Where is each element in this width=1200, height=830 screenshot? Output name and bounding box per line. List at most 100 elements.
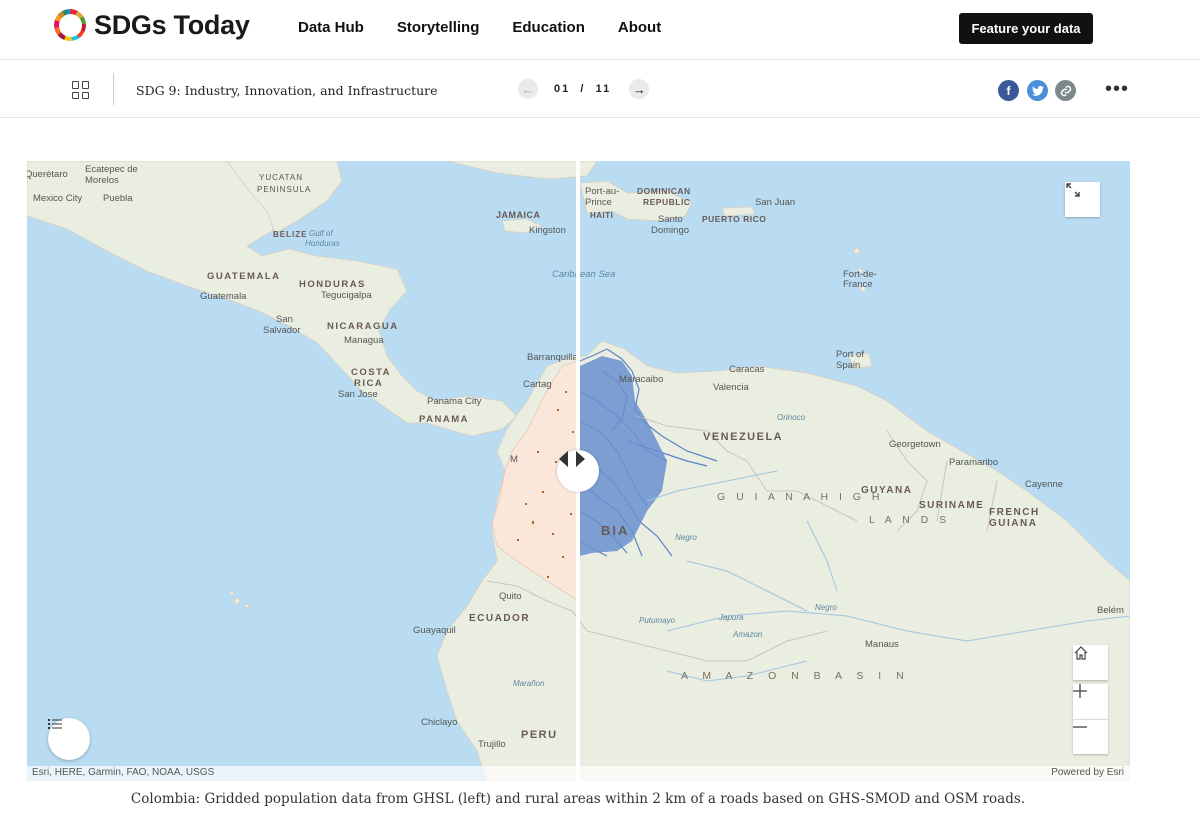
map-label-quito: Quito	[499, 591, 522, 602]
feature-your-data-button[interactable]: Feature your data	[959, 13, 1093, 44]
map-label-panama-city: Panama City	[427, 396, 482, 407]
page-separator: /	[580, 83, 586, 95]
map-label-puebla: Puebla	[103, 193, 133, 204]
map-label-port-of-spain-2: Spain	[836, 360, 861, 371]
nav-link-about[interactable]: About	[618, 19, 661, 36]
map-label-guayaquil: Guayaquil	[413, 625, 456, 636]
map-label-belem: Belém	[1097, 605, 1124, 616]
map-label-costa-rica-1: COSTA	[351, 367, 392, 378]
map-label-guatemala-city: Guatemala	[200, 291, 247, 302]
map-label-guatemala-country: GUATEMALA	[207, 271, 281, 282]
twitter-share-icon[interactable]	[1027, 80, 1048, 101]
map-label-tegucigalpa: Tegucigalpa	[321, 290, 372, 301]
top-navigation: SDGs Today Data Hub Storytelling Educati…	[0, 0, 1200, 60]
map-label-river-negro: Negro	[675, 533, 697, 542]
map-label-santo-2: Domingo	[651, 225, 690, 236]
map-label-puerto-rico: PUERTO RICO	[702, 214, 767, 224]
map-label-jamaica: JAMAICA	[496, 210, 541, 220]
map-label-guiana-highlands-2: L A N D S	[869, 514, 951, 526]
map-label-queretaro: Querétaro	[27, 169, 68, 180]
map-label-amazon-basin: A M A Z O N B A S I N	[681, 670, 910, 682]
pagination: ← 01 / 11 →	[518, 79, 650, 99]
map-label-gulf-honduras-2: Honduras	[305, 239, 340, 248]
map-label-san-juan: San Juan	[755, 197, 796, 208]
grid-view-icon[interactable]	[72, 81, 90, 99]
map-label-suriname: SURINAME	[919, 500, 985, 511]
attribution-sources: Esri, HERE, Garmin, FAO, NOAA, USGS	[32, 767, 215, 778]
map-label-gulf-honduras-1: Gulf of	[309, 229, 333, 238]
map-label-ecuador: ECUADOR	[469, 613, 531, 624]
map-label-manaus: Manaus	[865, 639, 899, 650]
powered-by-esri[interactable]: Powered by Esri	[1051, 767, 1124, 778]
map-label-dominican-2: REPUBLIC	[643, 197, 691, 207]
map-attribution: Esri, HERE, Garmin, FAO, NOAA, USGS Powe…	[27, 766, 1130, 781]
zoom-in-icon[interactable]	[1073, 684, 1108, 719]
cuba-land	[446, 161, 598, 180]
facebook-share-icon[interactable]: f	[998, 80, 1019, 101]
map-label-caribbean-sea: Caribbean Sea	[552, 269, 616, 280]
zoom-out-icon[interactable]	[1073, 719, 1108, 754]
map-label-ecatepec: Ecatepec de	[85, 164, 138, 175]
map-label-costa-rica-2: RICA	[354, 378, 384, 389]
brand-name: SDGs Today	[94, 9, 250, 40]
map-label-french-guiana-2: GUIANA	[989, 518, 1038, 529]
map-label-trujillo: Trujillo	[478, 739, 506, 750]
page-total: 11	[595, 83, 612, 95]
more-options-icon[interactable]: •••	[1105, 78, 1129, 101]
map-label-medellin-partial: M	[510, 454, 518, 465]
map-label-peru: PERU	[521, 729, 558, 741]
map-label-barranquilla: Barranquilla	[527, 352, 578, 363]
map-label-nicaragua: NICARAGUA	[327, 321, 399, 332]
map-label-caracas: Caracas	[729, 364, 765, 375]
map-label-maracaibo: Maracaibo	[619, 374, 664, 385]
map-label-river-orinoco: Orinoco	[777, 413, 806, 422]
map-label-river-putumayo: Putumayo	[639, 616, 676, 625]
map-label-belize: BELIZE	[273, 230, 308, 239]
map-label-honduras: HONDURAS	[299, 279, 366, 290]
sdg-wheel-logo	[54, 9, 86, 41]
next-arrow-icon[interactable]: →	[629, 79, 650, 99]
story-toolbar: SDG 9: Industry, Innovation, and Infrast…	[0, 61, 1200, 118]
map-label-guiana-highlands-1: G U I A N A H I G H	[717, 491, 884, 503]
page-indicator: 01 / 11	[554, 83, 611, 95]
map-label-san-salvador-1: San	[276, 314, 293, 325]
map-label-chiclayo: Chiclayo	[421, 717, 458, 728]
map-label-yucatan: YUCATAN	[259, 173, 304, 182]
map-label-georgetown: Georgetown	[889, 439, 941, 450]
expand-icon[interactable]	[1065, 182, 1100, 217]
map-label-mexico-city: Mexico City	[33, 193, 83, 204]
map-label-dominican-1: DOMINICAN	[637, 186, 691, 196]
map-label-kingston: Kingston	[529, 225, 566, 236]
map-label-colombia-partial: BIA	[601, 523, 630, 538]
map-label-river-amazon: Amazon	[733, 630, 763, 639]
map-label-san-salvador-2: Salvador	[263, 325, 301, 336]
nav-link-storytelling[interactable]: Storytelling	[397, 19, 480, 36]
swipe-arrows-icon	[559, 451, 585, 467]
nav-link-education[interactable]: Education	[512, 19, 585, 36]
brand[interactable]: SDGs Today	[54, 9, 250, 41]
swipe-map[interactable]: Querétaro Ecatepec de Morelos Mexico Cit…	[27, 161, 1130, 781]
map-label-panama: PANAMA	[419, 414, 469, 425]
map-label-port-of-spain-1: Port of	[836, 349, 864, 360]
map-label-morelos: Morelos	[85, 175, 119, 186]
map-label-managua: Managua	[344, 335, 384, 346]
map-label-french-guiana-1: FRENCH	[989, 507, 1040, 518]
map-label-san-jose: San Jose	[338, 389, 378, 400]
map-label-cartagena: Cartag	[523, 379, 552, 390]
home-icon[interactable]	[1073, 645, 1108, 680]
map-label-peninsula: PENINSULA	[257, 185, 312, 194]
legend-list-icon[interactable]	[48, 718, 90, 760]
map-caption: Colombia: Gridded population data from G…	[130, 791, 1026, 807]
nav-links: Data Hub Storytelling Education About	[298, 19, 661, 36]
map-label-cayenne: Cayenne	[1025, 479, 1064, 490]
nav-link-data-hub[interactable]: Data Hub	[298, 19, 364, 36]
previous-arrow-icon[interactable]: ←	[518, 79, 538, 99]
map-label-port-au-prince-2: Prince	[585, 197, 612, 208]
copy-link-icon[interactable]	[1055, 80, 1076, 101]
swipe-handle[interactable]	[557, 450, 599, 492]
story-title: SDG 9: Industry, Innovation, and Infrast…	[136, 83, 438, 98]
map-label-river-negro-2: Negro	[815, 603, 837, 612]
map-label-haiti: HAITI	[590, 211, 614, 220]
map-label-venezuela: VENEZUELA	[703, 431, 784, 443]
divider	[113, 73, 114, 105]
